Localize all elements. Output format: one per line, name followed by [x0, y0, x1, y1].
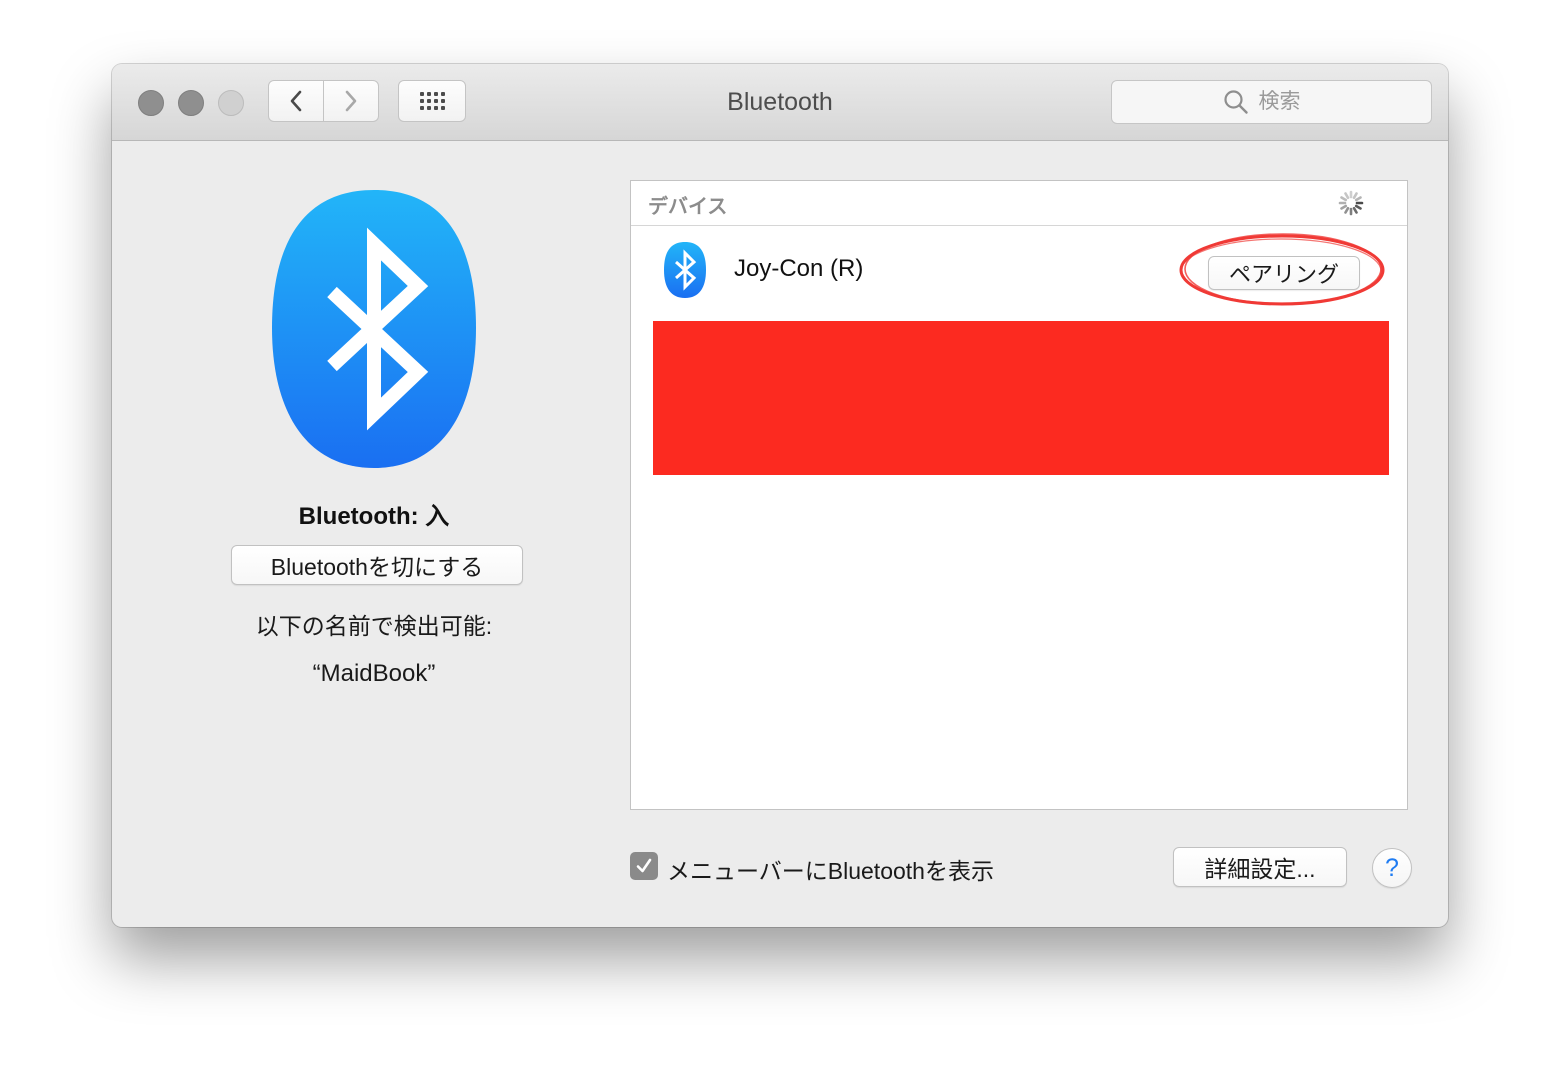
help-button[interactable]: ? — [1372, 848, 1412, 888]
advanced-button[interactable]: 詳細設定... — [1173, 847, 1347, 887]
preferences-window: Bluetooth Bluetooth: 入 Bluetoothを切にする 以下… — [112, 64, 1448, 927]
bluetooth-logo-icon — [272, 190, 476, 468]
title-bar: Bluetooth — [112, 64, 1448, 141]
checkmark-icon — [636, 858, 652, 873]
devices-title: デバイス — [648, 196, 728, 218]
bluetooth-device-icon — [664, 242, 706, 298]
search-input[interactable] — [1256, 89, 1321, 115]
pair-button[interactable]: ペアリング — [1208, 256, 1360, 290]
device-name-label: Joy-Con (R) — [734, 255, 864, 282]
computer-name: “MaidBook” — [312, 660, 436, 687]
search-field[interactable] — [1111, 80, 1432, 124]
devices-list: デバイス Joy-Con (R) ペアリング — [630, 180, 1408, 810]
show-in-menubar-label[interactable]: メニューバーにBluetoothを表示 — [667, 852, 994, 886]
device-row[interactable]: Joy-Con (R) ペアリング — [631, 227, 1407, 313]
loading-spinner-icon — [1338, 190, 1364, 216]
search-icon — [1223, 90, 1248, 114]
redaction-block — [653, 321, 1389, 475]
turn-off-bluetooth-button[interactable]: Bluetoothを切にする — [231, 545, 523, 585]
devices-header: デバイス — [631, 181, 1407, 226]
bluetooth-status: Bluetooth: 入 — [298, 503, 450, 530]
show-in-menubar-checkbox[interactable] — [630, 852, 658, 880]
discoverable-label: 以下の名前で検出可能: — [255, 613, 493, 639]
